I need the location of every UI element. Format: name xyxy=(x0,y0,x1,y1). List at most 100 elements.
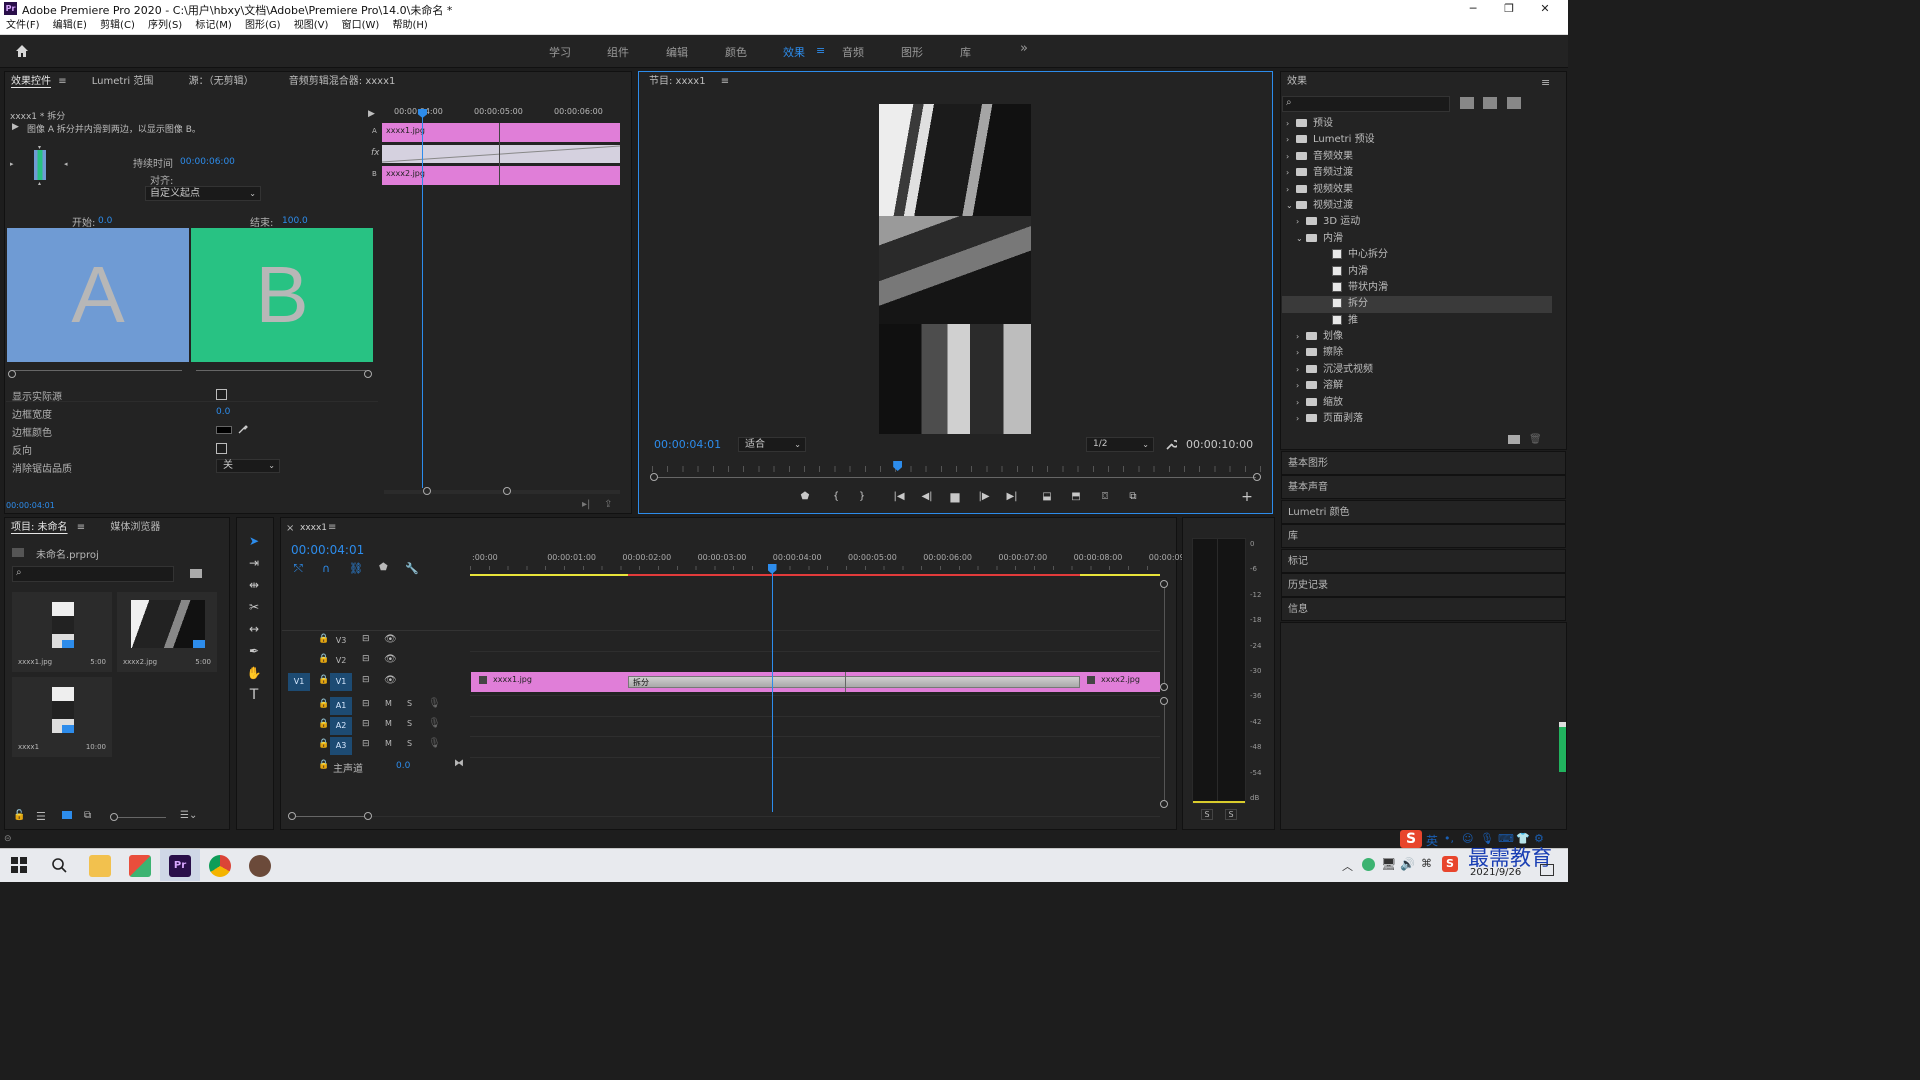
effects-tree-item[interactable]: ⌄ 视频过渡 xyxy=(1282,198,1552,214)
track-label-a2[interactable]: A2 xyxy=(330,717,352,735)
step-forward-icon[interactable]: |▶ xyxy=(977,490,991,504)
comparison-view-icon[interactable]: ⧉ xyxy=(1126,490,1140,504)
eye-icon[interactable]: 👁 xyxy=(384,634,397,645)
start-value[interactable]: 0.0 xyxy=(98,216,112,226)
track-label-v1[interactable]: V1 xyxy=(330,673,352,691)
panel-expand-icon[interactable]: ▶ xyxy=(368,109,375,119)
effects-tree-item[interactable]: › 擦除 xyxy=(1282,345,1552,361)
lumetri-color-panel[interactable]: Lumetri 颜色 xyxy=(1281,500,1566,524)
microphone-icon[interactable]: 🎙 xyxy=(428,718,441,729)
effect-controls-timecode[interactable]: 00:00:04:01 xyxy=(6,501,55,510)
sequence-tab-name[interactable]: xxxx1 xyxy=(300,523,327,533)
history-panel[interactable]: 历史记录 xyxy=(1281,573,1566,597)
mini-transition-bar[interactable] xyxy=(382,145,620,163)
effects-tree-item[interactable]: 推 xyxy=(1282,313,1552,329)
extract-icon[interactable]: ⬒ xyxy=(1069,490,1083,504)
workspace-tab-libraries[interactable]: 库 xyxy=(960,44,971,60)
libraries-panel[interactable]: 库 xyxy=(1281,524,1566,548)
tray-app-icon[interactable] xyxy=(1362,858,1375,871)
chevron-down-icon[interactable]: ⌄ xyxy=(1286,198,1296,214)
timeline-zoom-handle-right[interactable] xyxy=(364,812,372,820)
workspace-tab-color[interactable]: 颜色 xyxy=(725,44,747,60)
eye-icon[interactable]: 👁 xyxy=(384,654,397,665)
resolution-dropdown[interactable]: 1/2 ⌄ xyxy=(1086,437,1154,452)
chevron-right-icon[interactable]: › xyxy=(1286,165,1296,181)
mini-clip-a[interactable]: xxxx1.jpg xyxy=(382,123,620,142)
timeline-settings-wrench-icon[interactable]: 🔧 xyxy=(405,562,419,575)
sort-icon[interactable]: ☰⌄ xyxy=(180,810,197,821)
volume-icon[interactable]: 🔊 xyxy=(1400,857,1415,871)
chevron-right-icon[interactable]: › xyxy=(1296,214,1306,230)
effects-tree-item[interactable]: ⌄ 内滑 xyxy=(1282,231,1552,247)
effect-controls-menu-icon[interactable]: ≡ xyxy=(58,76,66,87)
new-bin-icon[interactable] xyxy=(190,569,202,578)
project-menu-icon[interactable]: ≡ xyxy=(77,522,85,533)
reverse-checkbox[interactable] xyxy=(216,443,227,454)
mark-in-icon[interactable]: { xyxy=(829,490,843,504)
sync-lock-icon[interactable]: ⊟ xyxy=(362,719,370,729)
workspace-tab-assembly[interactable]: 组件 xyxy=(607,44,629,60)
align-dropdown[interactable]: 自定义起点 ⌄ xyxy=(145,186,261,201)
accelerated-effects-icon[interactable] xyxy=(1460,97,1474,109)
export-icon[interactable]: ⇪ xyxy=(604,499,612,510)
essential-sound-panel[interactable]: 基本声音 xyxy=(1281,475,1566,499)
solo-button[interactable]: S xyxy=(407,699,412,708)
close-sequence-icon[interactable]: × xyxy=(286,523,294,534)
mute-button[interactable]: M xyxy=(385,739,392,748)
mark-out-icon[interactable]: } xyxy=(855,490,869,504)
freeform-view-icon[interactable]: ⧉ xyxy=(84,810,91,821)
delete-icon[interactable]: 🗑 xyxy=(1529,434,1542,445)
add-marker-icon[interactable]: ⬟ xyxy=(379,562,388,573)
menu-clip[interactable]: 剪辑(C) xyxy=(100,18,135,34)
mute-button[interactable]: M xyxy=(385,699,392,708)
wrench-icon[interactable] xyxy=(1164,438,1177,451)
antialias-dropdown[interactable]: 关 ⌄ xyxy=(216,459,280,473)
premiere-taskbar-icon[interactable]: Pr xyxy=(169,855,191,877)
chrome-icon[interactable] xyxy=(209,855,231,877)
border-width-value[interactable]: 0.0 xyxy=(216,407,230,417)
razor-tool-icon[interactable]: ✂ xyxy=(246,599,262,615)
fit-dropdown[interactable]: 适合 ⌄ xyxy=(738,437,806,452)
master-volume-value[interactable]: 0.0 xyxy=(396,761,410,771)
sogou-tray-icon[interactable]: S xyxy=(1442,856,1458,872)
essential-graphics-panel[interactable]: 基本图形 xyxy=(1281,451,1566,475)
menu-graphics[interactable]: 图形(G) xyxy=(245,18,281,34)
sync-lock-icon[interactable]: ⊟ xyxy=(362,675,370,685)
sync-lock-icon[interactable]: ⊟ xyxy=(362,634,370,644)
list-view-icon[interactable]: ☰ xyxy=(36,810,46,823)
ime-language-toggle[interactable]: 英 xyxy=(1426,832,1438,849)
preview-slider-left-handle[interactable] xyxy=(8,370,16,378)
step-back-icon[interactable]: ◀| xyxy=(920,490,934,504)
menu-file[interactable]: 文件(F) xyxy=(6,18,40,34)
icon-view-icon[interactable] xyxy=(62,811,72,819)
type-tool-icon[interactable]: T xyxy=(246,687,262,703)
lock-icon[interactable]: 🔓 xyxy=(13,810,25,821)
eyedropper-icon[interactable] xyxy=(237,423,249,435)
timeline-playhead[interactable] xyxy=(771,566,773,812)
thumbnail-left-arrow-icon[interactable]: ▸ xyxy=(10,160,14,168)
mini-playhead[interactable] xyxy=(422,110,423,488)
sync-lock-icon[interactable]: ⊟ xyxy=(362,699,370,709)
lock-icon[interactable]: 🔒 xyxy=(318,739,329,749)
lock-icon[interactable]: 🔒 xyxy=(318,760,329,770)
lock-icon[interactable]: 🔒 xyxy=(318,699,329,709)
track-label-v3[interactable]: V3 xyxy=(330,632,352,650)
32bit-effects-icon[interactable] xyxy=(1483,97,1497,109)
effects-tree-item[interactable]: › 音频过渡 xyxy=(1282,165,1552,181)
program-monitor-menu-icon[interactable]: ≡ xyxy=(721,76,729,87)
audio-scroll-handle-bottom[interactable] xyxy=(1160,800,1168,808)
close-button[interactable]: ✕ xyxy=(1522,0,1568,18)
sync-lock-icon[interactable]: ⊟ xyxy=(362,654,370,664)
slip-tool-icon[interactable]: ↔ xyxy=(246,621,262,637)
lift-icon[interactable]: ⬓ xyxy=(1040,490,1054,504)
chevron-right-icon[interactable]: › xyxy=(1296,395,1306,411)
menu-sequence[interactable]: 序列(S) xyxy=(148,18,182,34)
program-zoom-left-handle[interactable] xyxy=(650,473,658,481)
program-video-frame[interactable] xyxy=(879,104,1031,434)
tab-audio-clip-mixer[interactable]: 音频剪辑混合器: xxxx1 xyxy=(289,72,396,92)
ime-punctuation-icon[interactable]: •, xyxy=(1444,832,1454,845)
effects-tree-item[interactable]: › 溶解 xyxy=(1282,378,1552,394)
button-editor-plus-icon[interactable]: + xyxy=(1240,490,1254,504)
menu-view[interactable]: 视图(V) xyxy=(294,18,329,34)
video-scroll-handle-top[interactable] xyxy=(1160,580,1168,588)
